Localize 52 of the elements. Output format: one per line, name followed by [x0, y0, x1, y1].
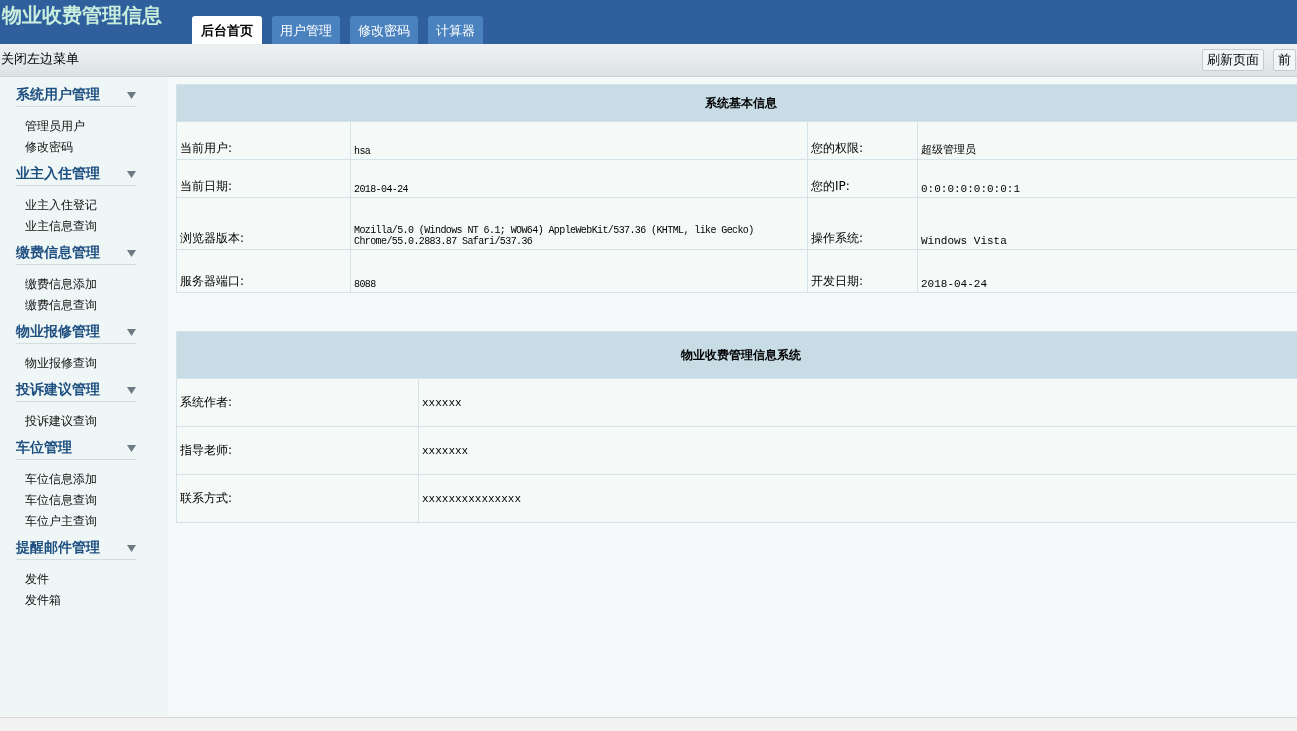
close-menu-link[interactable]: 关闭左边菜单 — [1, 50, 79, 68]
menu-item[interactable]: 投诉建议查询 — [25, 411, 97, 432]
field-value: Mozilla/5.0 (Windows NT 6.1; WOW64) AppleWebKit/537.36 (KHTML, like Gecko) Chrome/55.0.2883.87 Safari/537.36 — [350, 197, 808, 250]
caret-icon[interactable] — [127, 444, 136, 452]
menu-group-title[interactable]: 业主入住管理 — [16, 165, 100, 183]
field-value: hsa — [350, 121, 808, 160]
menu-group-title[interactable]: 提醒邮件管理 — [16, 539, 100, 557]
menu-item[interactable]: 发件 — [25, 569, 49, 590]
caret-icon[interactable] — [127, 249, 136, 257]
menu-group-title[interactable]: 投诉建议管理 — [16, 381, 100, 399]
menu-group-title[interactable]: 车位管理 — [16, 439, 72, 457]
field-label: 浏览器版本: — [176, 197, 351, 250]
field-label: 您的权限: — [807, 121, 918, 160]
menu-item[interactable]: 业主入住登记 — [25, 195, 97, 216]
field-label: 服务器端口: — [176, 249, 351, 293]
menu-item[interactable]: 物业报修查询 — [25, 353, 97, 374]
caret-icon[interactable] — [127, 328, 136, 336]
menu-item[interactable]: 车位户主查询 — [25, 511, 97, 532]
caret-icon[interactable] — [127, 544, 136, 552]
field-label: 您的IP: — [807, 159, 918, 198]
menu-item[interactable]: 车位信息添加 — [25, 469, 97, 490]
field-label: 系统作者: — [176, 378, 419, 427]
menu-item[interactable]: 车位信息查询 — [25, 490, 97, 511]
caret-icon[interactable] — [127, 170, 136, 178]
menu-item[interactable]: 缴费信息查询 — [25, 295, 97, 316]
field-label: 当前用户: — [176, 121, 351, 160]
caret-icon[interactable] — [127, 386, 136, 394]
field-label: 指导老师: — [176, 426, 419, 475]
field-label: 当前日期: — [176, 159, 351, 198]
field-value: 2018-04-24 — [350, 159, 808, 198]
nav-tab[interactable]: 后台首页 — [192, 16, 262, 44]
toolbar-button[interactable]: 前 — [1273, 49, 1296, 71]
menu-item[interactable]: 业主信息查询 — [25, 216, 97, 237]
nav-tab[interactable]: 修改密码 — [350, 16, 418, 44]
field-value: 8088 — [350, 249, 808, 293]
toolbar-button[interactable]: 刷新页面 — [1202, 49, 1264, 71]
caret-icon[interactable] — [127, 91, 136, 99]
menu-group-title[interactable]: 物业报修管理 — [16, 323, 100, 341]
menu-group-title[interactable]: 系统用户管理 — [16, 86, 100, 104]
table-heading: 系统基本信息 — [176, 84, 1297, 122]
app-title: 物业收费管理信息 — [2, 2, 163, 29]
field-label: 开发日期: — [807, 249, 918, 293]
menu-item[interactable]: 修改密码 — [25, 137, 73, 158]
menu-item[interactable]: 缴费信息添加 — [25, 274, 97, 295]
menu-group-title[interactable]: 缴费信息管理 — [16, 244, 100, 262]
field-label: 操作系统: — [807, 197, 918, 250]
menu-item[interactable]: 管理员用户 — [25, 116, 85, 137]
nav-tab[interactable]: 计算器 — [428, 16, 483, 44]
menu-item[interactable]: 发件箱 — [25, 590, 61, 611]
field-label: 联系方式: — [176, 474, 419, 523]
nav-tab[interactable]: 用户管理 — [272, 16, 340, 44]
table-heading: 物业收费管理信息系统 — [176, 331, 1297, 379]
